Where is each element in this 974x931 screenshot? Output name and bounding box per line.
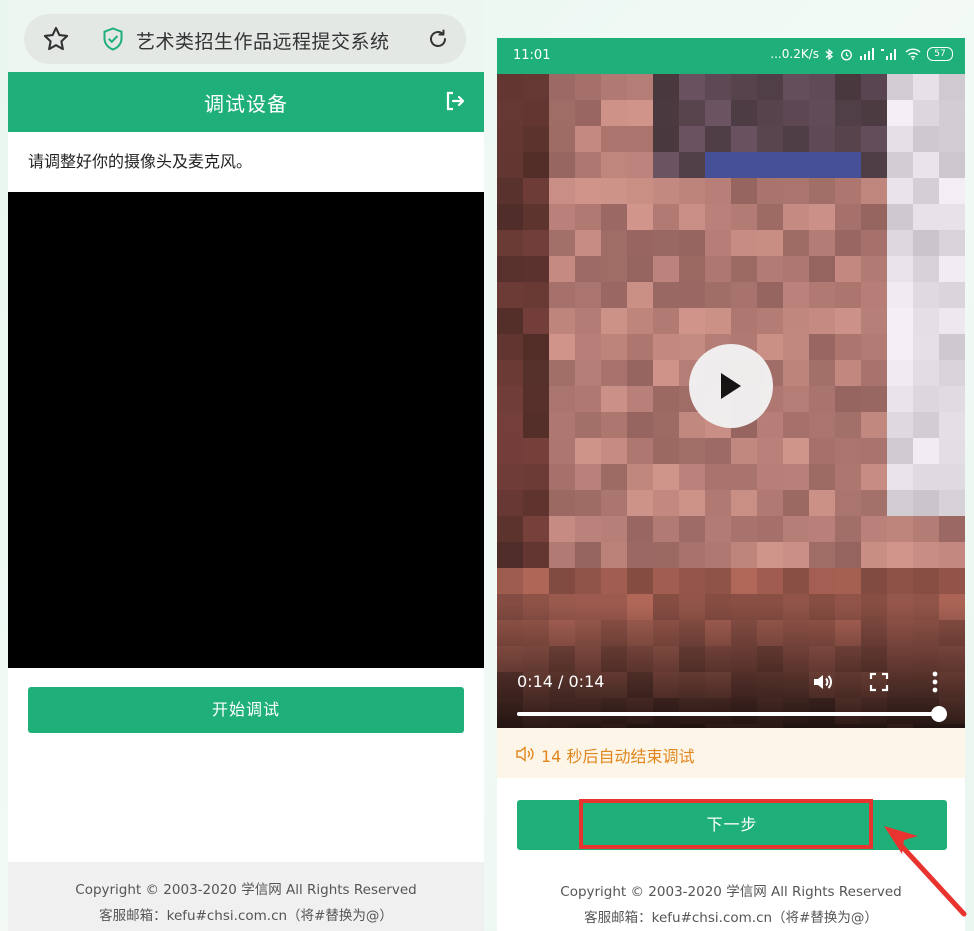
network-speed: ...0.2K/s — [770, 47, 819, 61]
status-bar: 11:01 ...0.2K/s 57 — [497, 38, 965, 74]
wifi-icon — [905, 48, 921, 60]
video-progress-thumb[interactable] — [931, 706, 947, 722]
footer: Copyright © 2003-2020 学信网 All Rights Res… — [8, 862, 484, 931]
play-icon — [721, 373, 741, 399]
start-debug-button[interactable]: 开始调试 — [28, 687, 464, 733]
exit-icon[interactable] — [444, 90, 466, 112]
address-bar[interactable]: 艺术类招生作品远程提交系统 — [24, 14, 466, 64]
video-player[interactable]: 0:14 / 0:14 — [497, 74, 965, 728]
right-phone-screen: 11:01 ...0.2K/s 57 0:14 / 0:14 14 秒后自动结束… — [497, 38, 965, 931]
star-outline-icon[interactable] — [42, 25, 70, 53]
signal-icon — [860, 48, 874, 60]
contact-email: 客服邮箱：kefu#chsi.com.cn（将#替换为@） — [99, 908, 393, 924]
signal-hd-icon — [881, 49, 896, 60]
play-button[interactable] — [689, 344, 773, 428]
page-title: 艺术类招生作品远程提交系统 — [136, 31, 390, 53]
header-title: 调试设备 — [204, 92, 288, 116]
countdown-text: 14 秒后自动结束调试 — [541, 747, 695, 766]
more-options-icon[interactable] — [931, 670, 939, 694]
speaker-icon — [516, 746, 534, 762]
video-progress-fill — [517, 712, 939, 716]
volume-icon[interactable] — [811, 670, 835, 694]
copyright-text: Copyright © 2003-2020 学信网 All Rights Res… — [75, 882, 417, 898]
annotation-arrow-icon — [884, 826, 967, 917]
annotation-highlight-box — [579, 799, 873, 849]
alarm-icon — [841, 49, 852, 60]
browser-bar: 艺术类招生作品远程提交系统 — [8, 0, 484, 72]
instruction-text: 请调整好你的摄像头及麦克风。 — [28, 152, 253, 171]
video-progress-bar[interactable] — [517, 706, 947, 722]
app-header: 调试设备 — [8, 72, 484, 132]
video-controls-shade — [497, 604, 965, 728]
video-time: 0:14 / 0:14 — [517, 672, 605, 691]
bluetooth-icon — [825, 48, 834, 60]
camera-preview — [8, 192, 484, 668]
battery-icon: 57 — [927, 47, 953, 61]
fullscreen-icon[interactable] — [869, 672, 889, 692]
status-icons: ...0.2K/s 57 — [770, 47, 953, 61]
shield-check-icon — [103, 27, 123, 51]
left-phone-screen: 艺术类招生作品远程提交系统 调试设备 请调整好你的摄像头及麦克风。 开始调试 C… — [8, 0, 484, 931]
status-time: 11:01 — [513, 48, 551, 63]
countdown-notice: 14 秒后自动结束调试 — [497, 728, 965, 778]
refresh-icon[interactable] — [426, 27, 450, 51]
